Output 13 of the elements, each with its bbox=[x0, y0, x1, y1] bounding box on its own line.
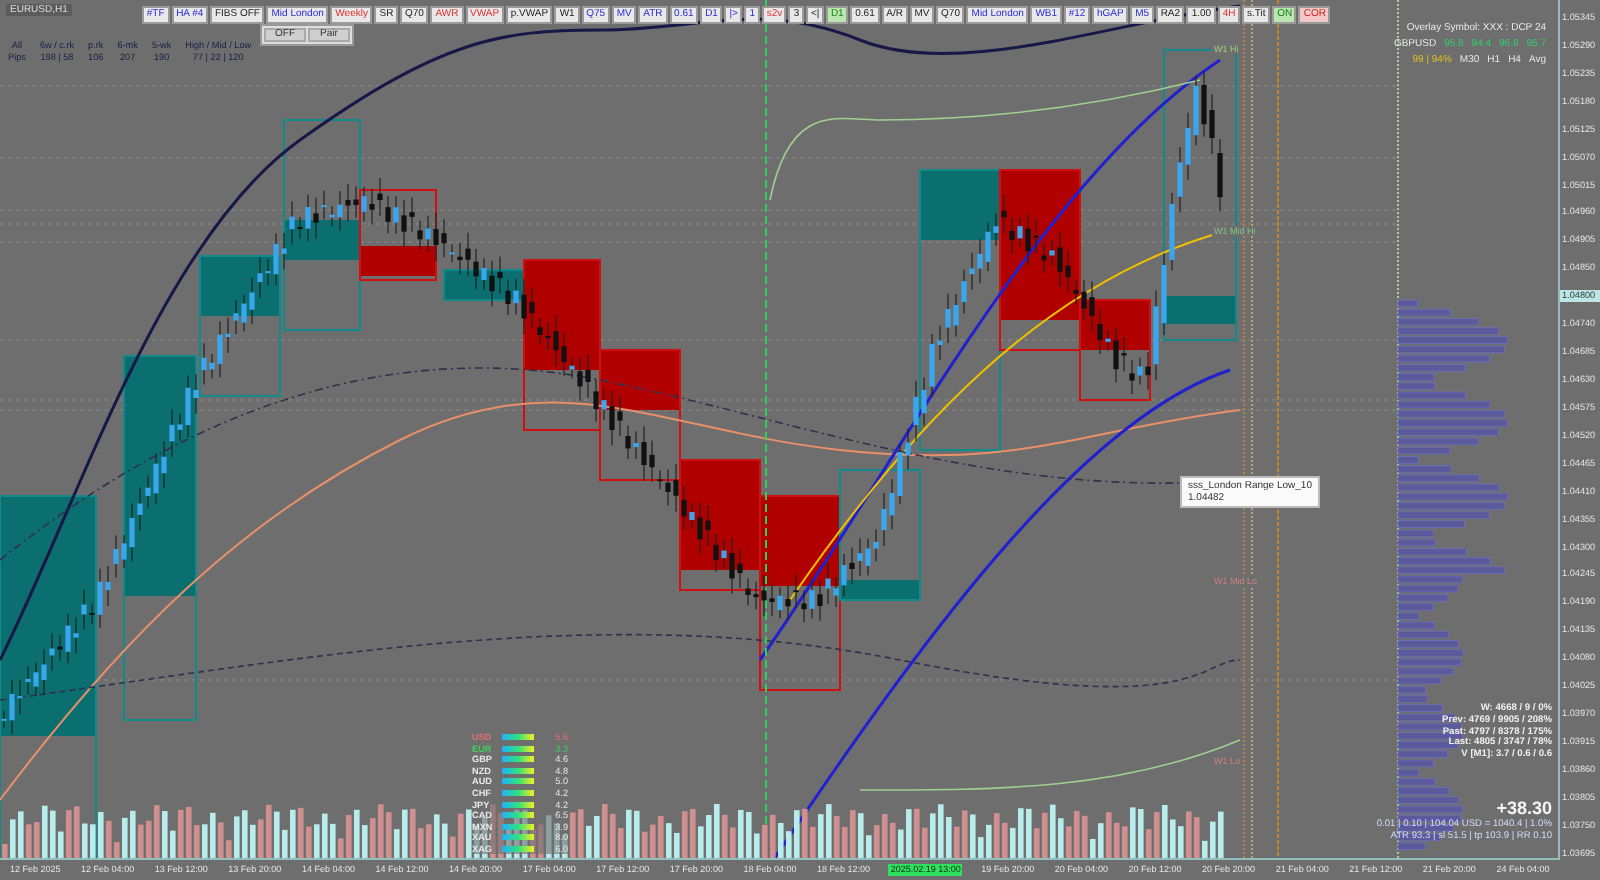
range-rectangle bbox=[599, 349, 681, 481]
profit-value: +38.30 bbox=[1496, 797, 1552, 819]
strength-bar bbox=[502, 845, 534, 852]
strength-bar bbox=[502, 801, 534, 808]
strength-bar bbox=[502, 745, 534, 752]
strength-bar bbox=[502, 834, 534, 841]
strength-bar bbox=[502, 789, 534, 796]
strength-bar bbox=[502, 823, 534, 830]
strength-bar bbox=[502, 767, 534, 774]
strength-bar bbox=[502, 734, 534, 740]
strength-bar bbox=[502, 756, 534, 763]
strength-bar bbox=[502, 778, 534, 785]
strength-bar bbox=[502, 812, 534, 819]
